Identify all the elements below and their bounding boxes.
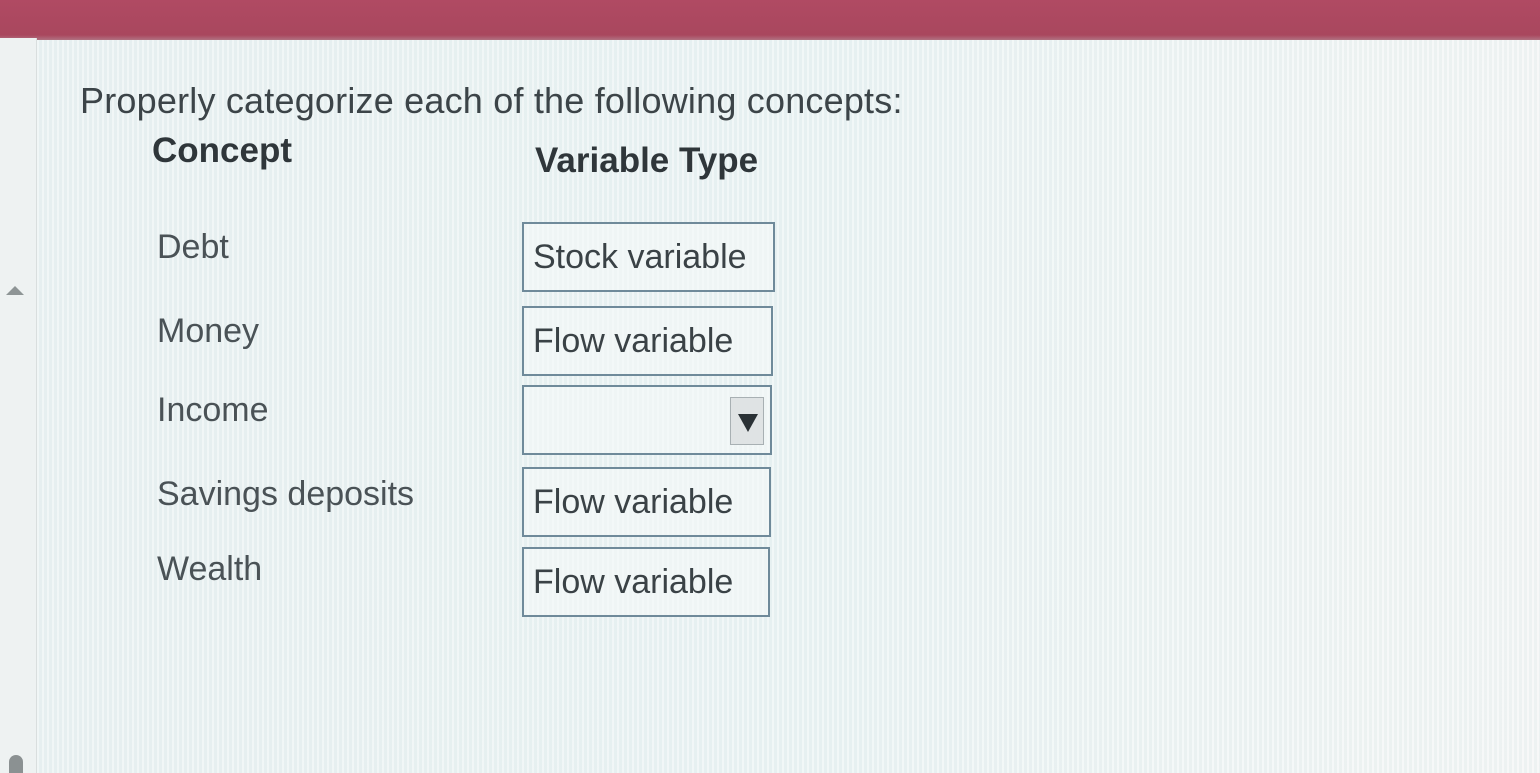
scroll-up-icon[interactable] — [6, 286, 24, 295]
select-value: Flow variable — [533, 563, 734, 601]
concept-label-savings-deposits: Savings deposits — [157, 475, 415, 513]
concept-label-debt: Debt — [157, 228, 229, 266]
variable-type-select-income[interactable] — [522, 385, 772, 455]
variable-type-select-wealth[interactable]: Flow variable — [522, 547, 770, 617]
variable-type-select-savings-deposits[interactable]: Flow variable — [522, 467, 771, 537]
variable-type-select-money[interactable]: Flow variable — [522, 306, 773, 376]
question-prompt: Properly categorize each of the followin… — [80, 80, 903, 121]
concept-label-income: Income — [157, 391, 269, 429]
select-value: Flow variable — [533, 322, 734, 360]
left-scroll-gutter[interactable] — [0, 38, 37, 773]
concept-label-wealth: Wealth — [157, 550, 263, 588]
concept-label-money: Money — [157, 312, 260, 350]
variable-type-column-header: Variable Type — [535, 141, 759, 180]
concept-column-header: Concept — [152, 131, 292, 170]
scrollbar-thumb[interactable] — [9, 755, 23, 773]
select-value: Flow variable — [533, 483, 734, 521]
triangle-down-icon — [738, 414, 758, 432]
dropdown-button[interactable] — [730, 397, 764, 445]
variable-type-select-debt[interactable]: Stock variable — [522, 222, 775, 292]
select-value: Stock variable — [533, 238, 747, 276]
